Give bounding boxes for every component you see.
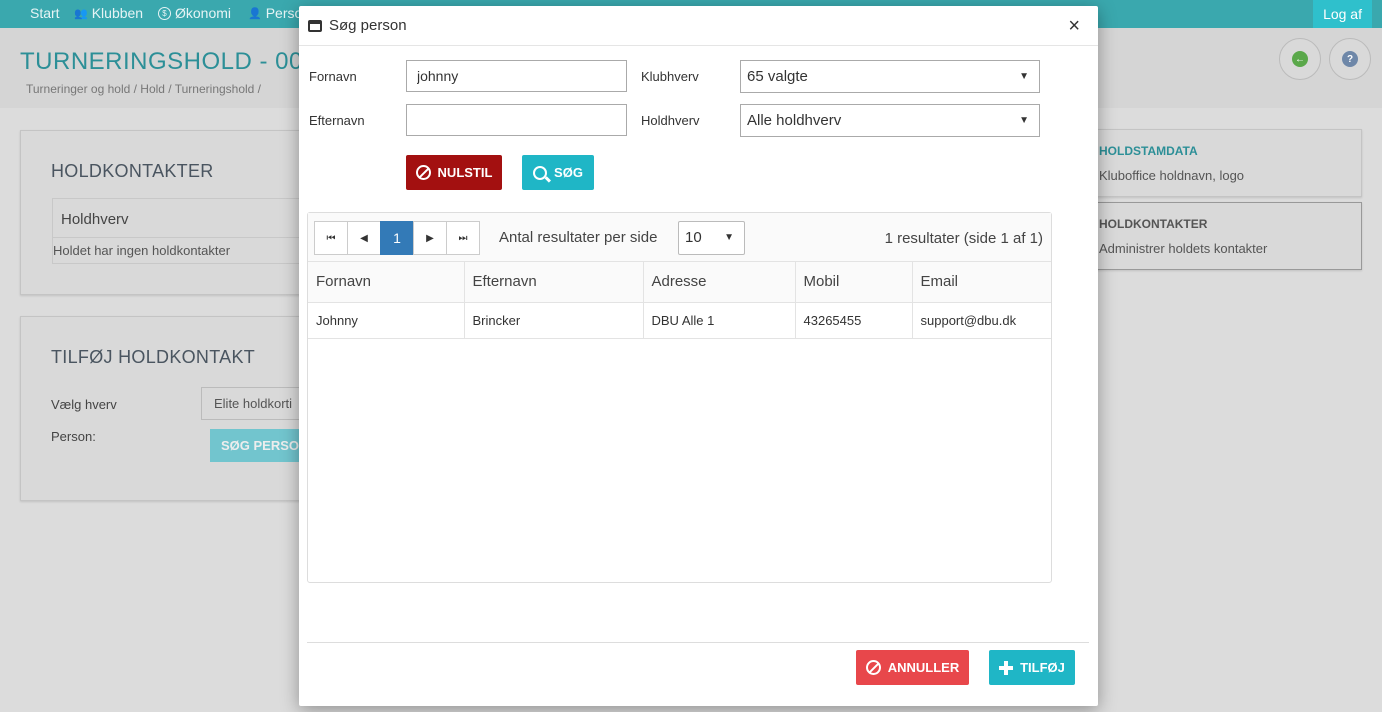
side-menu-item-holdkontakter[interactable]: HOLDKONTAKTER Administrer holdets kontak…	[1088, 202, 1362, 270]
nav-label-klubben: Klubben	[91, 5, 144, 21]
table-header-row: Fornavn Efternavn Adresse Mobil Email	[308, 262, 1051, 303]
close-icon[interactable]: ×	[1068, 14, 1080, 38]
caret-down-icon: ▼	[1019, 71, 1029, 82]
lastname-input[interactable]	[406, 104, 627, 136]
caret-down-icon: ▼	[724, 232, 734, 243]
side-menu-item-holdstamdata[interactable]: HOLDSTAMDATA Kluboffice holdnavn, logo	[1088, 129, 1362, 197]
cell-fornavn: Johnny	[308, 302, 465, 339]
lastname-label: Efternavn	[309, 113, 365, 128]
person-label: Person:	[51, 429, 96, 444]
add-button[interactable]: TILFØJ	[989, 650, 1075, 685]
search-icon	[533, 165, 548, 180]
add-button-label: TILFØJ	[1020, 660, 1065, 675]
column-header-efternavn[interactable]: Efternavn	[464, 262, 644, 303]
search-button-label: SØG	[554, 165, 583, 180]
role-select[interactable]: Elite holdkorti	[201, 387, 311, 420]
person-icon: 👤	[248, 7, 262, 20]
nav-item-start[interactable]: Start	[30, 5, 60, 21]
contacts-card: HOLDKONTAKTER Holdhverv Holdet har ingen…	[20, 130, 312, 295]
help-button[interactable]: ?	[1329, 38, 1371, 80]
caret-down-icon: ▼	[1019, 115, 1029, 126]
search-person-button[interactable]: SØG PERSON	[210, 429, 311, 462]
contacts-column-header: Holdhverv	[61, 211, 129, 228]
prev-page-icon: ◀	[360, 232, 368, 244]
nav-label-okonomi: Økonomi	[175, 5, 232, 21]
users-icon: 👥	[74, 7, 88, 20]
team-role-label: Holdhverv	[641, 113, 700, 128]
column-header-mobil[interactable]: Mobil	[795, 262, 913, 303]
money-icon: $	[158, 6, 171, 20]
add-contact-card: TILFØJ HOLDKONTAKT Vælg hverv Elite hold…	[20, 316, 311, 501]
add-contact-title: TILFØJ HOLDKONTAKT	[51, 347, 256, 367]
next-page-button[interactable]: ▶	[413, 221, 447, 255]
result-count: 1 resultater (side 1 af 1)	[884, 230, 1043, 247]
back-button[interactable]: ←	[1279, 38, 1321, 80]
firstname-label: Fornavn	[309, 69, 357, 84]
per-page-value: 10	[685, 229, 702, 246]
dialog-title: Søg person	[329, 17, 407, 34]
last-page-icon: ⏭	[458, 232, 468, 244]
nav-label-start: Start	[30, 5, 60, 21]
contacts-card-title: HOLDKONTAKTER	[51, 161, 214, 181]
club-role-value: 65 valgte	[747, 68, 808, 85]
reset-button[interactable]: NULSTIL	[406, 155, 502, 190]
dialog-header: Søg person ×	[299, 6, 1098, 46]
cancel-button[interactable]: ANNULLER	[856, 650, 969, 685]
team-role-select[interactable]: Alle holdhverv ▼	[740, 104, 1040, 137]
club-role-select[interactable]: 65 valgte ▼	[740, 60, 1040, 93]
last-page-button[interactable]: ⏭	[446, 221, 480, 255]
next-page-icon: ▶	[426, 232, 434, 244]
ban-icon	[865, 660, 881, 675]
contacts-empty-text: Holdet har ingen holdkontakter	[53, 243, 231, 258]
first-page-button[interactable]: ⏮	[314, 221, 348, 255]
role-label: Vælg hverv	[51, 397, 117, 412]
table-row[interactable]: Johnny Brincker DBU Alle 1 43265455 supp…	[308, 302, 1051, 339]
results-panel: ⏮ ◀ 1 ▶ ⏭ Antal resultater per side 10 ▼…	[307, 212, 1052, 583]
prev-page-button[interactable]: ◀	[347, 221, 381, 255]
contacts-table: Holdhverv Holdet har ingen holdkontakter	[52, 198, 312, 264]
results-toolbar: ⏮ ◀ 1 ▶ ⏭ Antal resultater per side 10 ▼…	[308, 213, 1051, 262]
window-icon	[308, 20, 322, 32]
results-table: Fornavn Efternavn Adresse Mobil Email Jo…	[308, 262, 1051, 339]
reset-button-label: NULSTIL	[437, 165, 493, 180]
back-arrow-icon: ←	[1292, 51, 1308, 67]
current-page-button[interactable]: 1	[380, 221, 414, 255]
club-role-label: Klubhverv	[641, 69, 699, 84]
search-button[interactable]: SØG	[522, 155, 594, 190]
help-icon: ?	[1342, 51, 1358, 67]
side-menu-subtitle-holdkontakter: Administrer holdets kontakter	[1099, 241, 1268, 256]
pagination: ⏮ ◀ 1 ▶ ⏭	[314, 221, 480, 255]
cell-efternavn: Brincker	[464, 302, 644, 339]
team-role-value: Alle holdhverv	[747, 112, 842, 129]
per-page-select[interactable]: 10 ▼	[678, 221, 745, 255]
nav-label-personer: Perso	[265, 5, 303, 21]
cancel-button-label: ANNULLER	[887, 660, 960, 675]
logout-button[interactable]: Log af	[1313, 0, 1372, 28]
nav-item-personer[interactable]: 👤 Perso	[248, 5, 302, 21]
cell-email: support@dbu.dk	[912, 302, 1051, 339]
page-title: TURNERINGSHOLD - 00	[20, 48, 303, 75]
search-person-dialog: Søg person × Fornavn Efternavn Klubhverv…	[299, 6, 1098, 706]
plus-icon	[999, 660, 1014, 675]
column-header-adresse[interactable]: Adresse	[643, 262, 796, 303]
cell-adresse: DBU Alle 1	[643, 302, 796, 339]
first-page-icon: ⏮	[326, 232, 336, 244]
ban-icon	[415, 165, 431, 180]
nav-item-klubben[interactable]: 👥 Klubben	[74, 5, 143, 21]
cell-mobil: 43265455	[795, 302, 913, 339]
side-menu-title-holdstamdata: HOLDSTAMDATA	[1099, 144, 1198, 158]
footer-divider	[307, 642, 1089, 643]
side-menu-title-holdkontakter: HOLDKONTAKTER	[1099, 217, 1208, 231]
side-menu-subtitle-holdstamdata: Kluboffice holdnavn, logo	[1099, 168, 1245, 183]
nav-item-okonomi[interactable]: $ Økonomi	[158, 5, 231, 21]
column-header-email[interactable]: Email	[912, 262, 1051, 303]
breadcrumb: Turneringer og hold / Hold / Turneringsh…	[26, 82, 262, 96]
firstname-input[interactable]	[406, 60, 627, 92]
column-header-fornavn[interactable]: Fornavn	[308, 262, 465, 303]
per-page-label: Antal resultater per side	[499, 229, 658, 246]
